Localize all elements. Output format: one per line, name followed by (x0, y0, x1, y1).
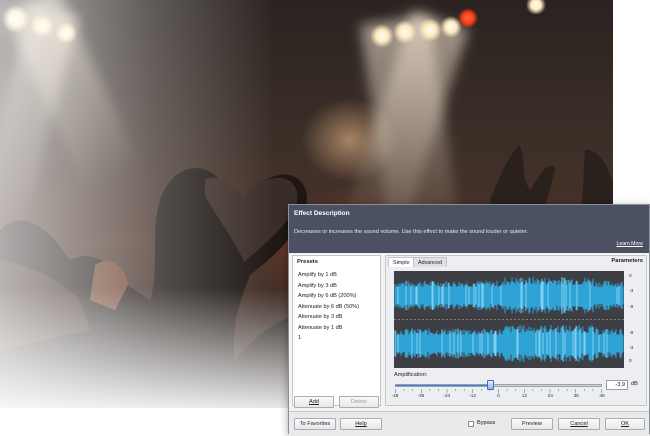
db-scale-label: -9 (629, 331, 634, 336)
add-preset-button[interactable]: Add (294, 396, 334, 408)
slider-tick-label: -12 (469, 394, 477, 399)
slider-tick-label: 0 (497, 394, 500, 399)
preset-item[interactable]: Attenuate by 6 dB (50%) (298, 302, 359, 313)
effect-description-text: Decreases or increases the sound volume.… (294, 229, 529, 235)
db-scale: 0 -3 -9 -9 -3 0 (626, 271, 646, 368)
waveform-preview (394, 271, 624, 368)
tab-simple[interactable]: Simple (388, 257, 415, 267)
preset-item[interactable]: Amplify by 1 dB (298, 270, 359, 281)
amplification-label: Amplification: (394, 372, 428, 378)
preset-item[interactable]: Amplify by 6 dB (200%) (298, 291, 359, 302)
amplification-slider-fill (396, 385, 491, 386)
slider-tick-label: 24 (547, 394, 553, 399)
slider-tick-label: -36 (417, 394, 425, 399)
slider-ticks (395, 389, 602, 393)
parameters-panel: Simple Advanced Parameters 0 -3 -9 -9 -3… (385, 255, 647, 406)
help-label: Help (355, 421, 367, 427)
amplification-unit: dB (631, 381, 638, 387)
help-button[interactable]: Help (340, 418, 382, 430)
slider-tick-label: 12 (521, 394, 528, 399)
slider-tick-label: -48 (391, 394, 399, 399)
waveform-channel (394, 277, 624, 314)
slider-tick-label: 36 (573, 394, 579, 399)
db-scale-label: -9 (629, 305, 634, 310)
amplification-value-field[interactable]: -3.9 (606, 380, 628, 390)
presets-header: Presets (297, 259, 318, 265)
preset-item[interactable]: Attenuate by 3 dB (298, 312, 359, 323)
dialog-button-bar: To Favorites Help Bypass Preview Cancel … (289, 411, 649, 436)
bypass-label: Bypass (477, 420, 496, 426)
learn-more-link[interactable]: Learn More (616, 241, 643, 247)
parameters-title: Parameters (611, 258, 643, 264)
cancel-button[interactable]: Cancel (558, 418, 600, 430)
ok-button[interactable]: OK (605, 418, 645, 430)
preset-item[interactable]: Amplify by 3 dB (298, 281, 359, 292)
amplification-slider-track[interactable] (395, 384, 602, 387)
preset-item[interactable]: Attenuate by 1 dB (298, 323, 359, 334)
amplify-effect-dialog: Effect Description Decreases or increase… (288, 204, 650, 436)
bypass-checkbox[interactable] (468, 421, 474, 427)
slider-tick-label: -24 (443, 394, 451, 399)
presets-panel: Presets Amplify by 1 dB Amplify by 3 dB … (292, 255, 381, 406)
cancel-label: Cancel (570, 421, 588, 427)
tab-advanced[interactable]: Advanced (413, 257, 447, 267)
delete-preset-button[interactable]: Delete (339, 396, 379, 408)
effect-description-panel: Effect Description Decreases or increase… (289, 205, 649, 253)
preset-item[interactable]: 1 (298, 333, 359, 344)
add-preset-label: Add (309, 399, 319, 405)
db-scale-label: -3 (629, 346, 634, 351)
db-scale-label: -3 (629, 289, 634, 294)
effect-description-title: Effect Description (294, 210, 350, 217)
db-scale-label: 0 (629, 274, 632, 279)
waveform-channel (394, 324, 624, 363)
preview-button[interactable]: Preview (511, 418, 553, 430)
db-scale-label: 0 (629, 359, 632, 364)
slider-tick-label: 48 (599, 394, 605, 399)
to-favorites-button[interactable]: To Favorites (294, 418, 336, 430)
ok-label: OK (620, 421, 630, 427)
preset-list: Amplify by 1 dB Amplify by 3 dB Amplify … (298, 270, 359, 344)
